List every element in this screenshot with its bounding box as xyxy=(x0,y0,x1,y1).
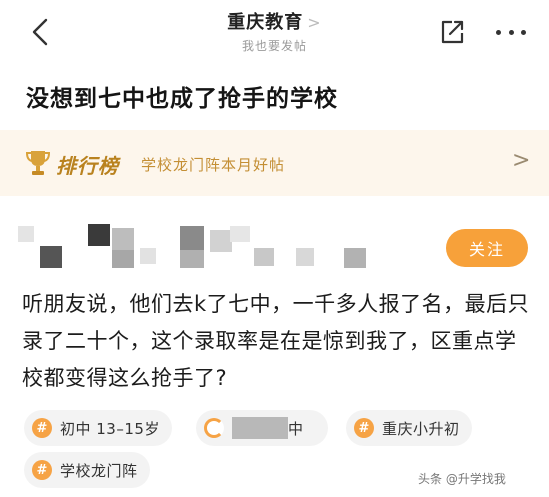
tag-school-longmenzhen[interactable]: # 学校龙门阵 xyxy=(24,452,150,488)
tag-label: 初中 13–15岁 xyxy=(60,419,160,438)
post-title: 没想到七中也成了抢手的学校 xyxy=(26,86,338,112)
tag-label: 学校龙门阵 xyxy=(60,461,138,480)
forum-subtitle[interactable]: 我也要发帖 xyxy=(0,37,549,54)
tag-redacted[interactable]: 中 xyxy=(196,410,328,446)
tag-chongqing-xiaoshengchu[interactable]: # 重庆小升初 xyxy=(346,410,472,446)
watermark: 头条 @升学找我 xyxy=(418,470,506,487)
follow-button[interactable]: 关注 xyxy=(446,229,528,267)
more-dots-icon xyxy=(496,29,501,35)
post-body: 听朋友说，他们去k了七中，一千多人报了名，最后只录了二十个，这个录取率是在是惊到… xyxy=(22,292,530,390)
more-options-button[interactable] xyxy=(496,18,526,46)
chevron-right-icon: > xyxy=(512,148,531,173)
hashtag-icon: # xyxy=(32,418,52,438)
tag-label: 重庆小升初 xyxy=(382,419,460,438)
hashtag-icon: # xyxy=(32,460,52,480)
tag-label-redacted xyxy=(232,417,288,439)
ranking-title: 排行榜 xyxy=(56,154,119,178)
top-nav-bar: 重庆教育 > 我也要发帖 xyxy=(0,0,549,66)
share-out-icon xyxy=(441,20,464,44)
tag-label: 中 xyxy=(288,419,304,438)
tag-junior-high[interactable]: # 初中 13–15岁 xyxy=(24,410,172,446)
share-button[interactable] xyxy=(438,18,466,46)
forum-title-block[interactable]: 重庆教育 > 我也要发帖 xyxy=(0,8,549,54)
topic-icon xyxy=(204,418,224,438)
forum-chevron: > xyxy=(307,13,322,32)
watermark-text: 头条 @升学找我 xyxy=(418,472,506,486)
hashtag-icon: # xyxy=(354,418,374,438)
forum-name[interactable]: 重庆教育 > xyxy=(227,12,321,33)
ranking-description: 学校龙门阵本月好帖 xyxy=(141,156,286,174)
trophy-icon xyxy=(26,151,50,175)
ranking-banner[interactable]: 排行榜 学校龙门阵本月好帖 > xyxy=(0,130,549,196)
